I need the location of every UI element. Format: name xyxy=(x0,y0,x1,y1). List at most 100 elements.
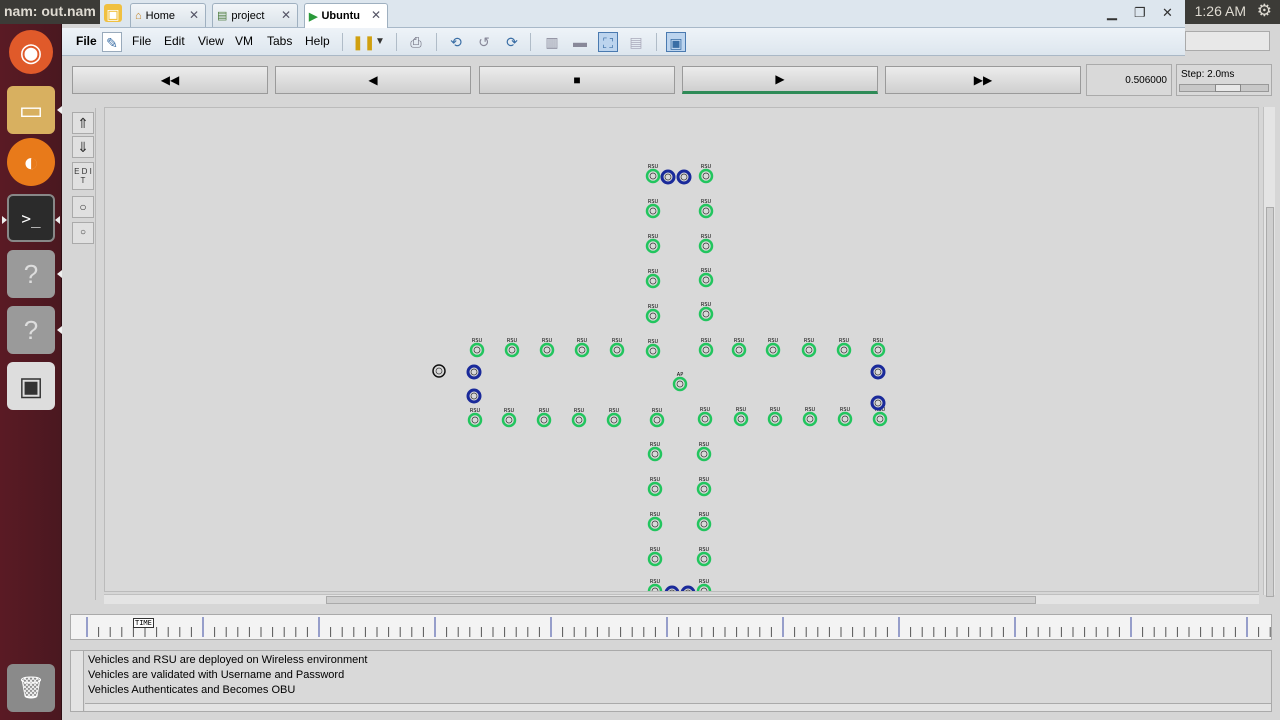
rsu-node[interactable]: RSU xyxy=(698,164,714,184)
unknown-app-icon[interactable]: ? xyxy=(7,306,62,354)
rsu-node[interactable]: RSU xyxy=(539,338,555,358)
rsu-node[interactable]: RSU xyxy=(467,408,483,428)
rsu-node[interactable]: RSU xyxy=(501,408,517,428)
rsu-node[interactable]: RSU xyxy=(647,442,663,462)
rsu-node[interactable]: RSU xyxy=(536,408,552,428)
floppy-icon[interactable]: ▣ xyxy=(7,362,55,410)
rsu-node[interactable]: RSU xyxy=(647,579,663,592)
rsu-node[interactable]: RSU xyxy=(731,338,747,358)
rsu-node[interactable]: RSU xyxy=(571,408,587,428)
vehicle-node[interactable] xyxy=(870,364,886,380)
vehicle-node[interactable] xyxy=(466,364,482,380)
animation-canvas[interactable]: RSU RSU RSU RSU RSU RSU RSU RSU RSU RSU RSU RSU RSU R… xyxy=(104,107,1259,592)
minimize-icon[interactable]: ▁ xyxy=(1107,5,1117,21)
nam-file-menu[interactable]: File xyxy=(76,34,97,48)
vehicle-node[interactable] xyxy=(660,169,676,185)
rsu-node[interactable]: RSU xyxy=(645,304,661,324)
annotation-line[interactable]: Vehicles and RSU are deployed on Wireles… xyxy=(88,654,367,666)
pin-icon[interactable]: ✎ xyxy=(102,32,122,52)
pause-icon[interactable]: ❚❚ xyxy=(352,32,375,52)
rsu-node[interactable]: RSU xyxy=(698,268,714,288)
vehicle-node[interactable] xyxy=(466,388,482,404)
revert-snapshot-icon[interactable]: ↺ xyxy=(474,32,494,52)
vehicle-node[interactable] xyxy=(676,169,692,185)
rsu-node[interactable]: RSU xyxy=(801,338,817,358)
rsu-node[interactable]: RSU xyxy=(645,234,661,254)
rsu-node[interactable]: RSU xyxy=(698,338,714,358)
rsu-node[interactable]: RSU xyxy=(870,338,886,358)
menu-tabs[interactable]: Tabs xyxy=(267,34,292,48)
rsu-node[interactable]: RSU xyxy=(606,408,622,428)
horizontal-scrollbar[interactable] xyxy=(104,594,1259,604)
rsu-node[interactable]: RSU xyxy=(698,234,714,254)
circle-tool-icon[interactable]: ○ xyxy=(72,196,94,218)
rsu-node[interactable]: RSU xyxy=(645,199,661,219)
rsu-node[interactable]: RSU xyxy=(645,339,661,359)
fast-forward-button[interactable]: ▶▶ xyxy=(885,66,1081,94)
annotation-line[interactable]: Vehicles are validated with Username and… xyxy=(88,669,344,681)
sidebar-icon[interactable]: ▥ xyxy=(542,32,562,52)
access-point-node[interactable]: AP xyxy=(672,372,688,392)
thumbnail-icon[interactable]: ▬ xyxy=(570,32,590,52)
rsu-node[interactable]: RSU xyxy=(696,579,712,592)
menu-view[interactable]: View xyxy=(198,34,224,48)
rsu-node[interactable]: RSU xyxy=(649,408,665,428)
vmware-menu-icon[interactable]: ▣ xyxy=(104,4,122,22)
vertical-scrollbar[interactable] xyxy=(1263,107,1275,597)
menu-vm[interactable]: VM xyxy=(235,34,253,48)
chevron-down-icon[interactable]: ▼ xyxy=(370,32,390,52)
rsu-node[interactable]: RSU xyxy=(647,477,663,497)
rsu-node[interactable]: RSU xyxy=(647,512,663,532)
console-view-icon[interactable]: ▣ xyxy=(666,32,686,52)
rsu-node[interactable]: RSU xyxy=(696,477,712,497)
tab-home[interactable]: ⌂ Home ✕ xyxy=(130,3,206,27)
rsu-node[interactable]: RSU xyxy=(767,407,783,427)
rsu-node[interactable]: RSU xyxy=(733,407,749,427)
rsu-node[interactable]: RSU xyxy=(504,338,520,358)
close-icon[interactable]: ✕ xyxy=(281,8,291,22)
send-keys-icon[interactable]: ⎙ xyxy=(406,32,426,52)
rsu-node[interactable]: RSU xyxy=(609,338,625,358)
edit-tool[interactable]: E D I T xyxy=(72,162,94,190)
vehicle-node[interactable] xyxy=(870,395,886,411)
play-button[interactable]: ▶ xyxy=(682,66,878,94)
step-slider-thumb[interactable] xyxy=(1215,84,1241,92)
plain-node[interactable] xyxy=(432,364,446,378)
step-slider[interactable] xyxy=(1179,84,1269,92)
unity-icon[interactable]: ▤ xyxy=(626,32,646,52)
zoom-out-icon[interactable]: ⇓ xyxy=(72,136,94,158)
rsu-node[interactable]: RSU xyxy=(645,269,661,289)
rsu-node[interactable]: RSU xyxy=(698,302,714,322)
trash-icon[interactable]: 🗑 xyxy=(7,664,55,712)
rsu-node[interactable]: RSU xyxy=(574,338,590,358)
tab-project[interactable]: ▤ project ✕ xyxy=(212,3,298,27)
terminal-icon[interactable]: >_ xyxy=(2,194,60,242)
rsu-node[interactable]: RSU xyxy=(696,547,712,567)
rsu-node[interactable]: RSU xyxy=(469,338,485,358)
menu-file[interactable]: File xyxy=(132,34,151,48)
timeline[interactable]: TIME xyxy=(70,614,1272,640)
annotation-scrollbar[interactable] xyxy=(71,651,84,711)
firefox-icon[interactable]: ◐ xyxy=(7,138,55,186)
unknown-app-icon[interactable]: ? xyxy=(7,250,62,298)
file-manager-icon[interactable]: ▭ xyxy=(7,86,62,134)
rsu-node[interactable]: RSU xyxy=(697,407,713,427)
ubuntu-dash-icon[interactable]: ◉ xyxy=(9,30,53,74)
gear-icon[interactable]: ⚙ xyxy=(1257,1,1272,21)
close-icon[interactable]: ✕ xyxy=(189,8,199,22)
annotation-hscrollbar[interactable] xyxy=(85,703,1271,711)
annotation-line[interactable]: Vehicles Authenticates and Becomes OBU xyxy=(88,684,295,696)
scrollbar-thumb[interactable] xyxy=(1266,207,1274,597)
snapshot-icon[interactable]: ⟲ xyxy=(446,32,466,52)
close-icon[interactable]: ✕ xyxy=(371,8,381,22)
scrollbar-thumb[interactable] xyxy=(326,596,1036,604)
close-icon[interactable]: ✕ xyxy=(1162,5,1173,21)
vehicle-node[interactable] xyxy=(680,585,696,592)
rsu-node[interactable]: RSU xyxy=(836,338,852,358)
fullscreen-icon[interactable]: ⛶ xyxy=(598,32,618,52)
vehicle-node[interactable] xyxy=(664,585,680,592)
rsu-node[interactable]: RSU xyxy=(802,407,818,427)
tab-ubuntu[interactable]: ▶ Ubuntu ✕ xyxy=(304,3,388,28)
snapshot-manager-icon[interactable]: ⟳ xyxy=(502,32,522,52)
rsu-node[interactable]: RSU xyxy=(837,407,853,427)
